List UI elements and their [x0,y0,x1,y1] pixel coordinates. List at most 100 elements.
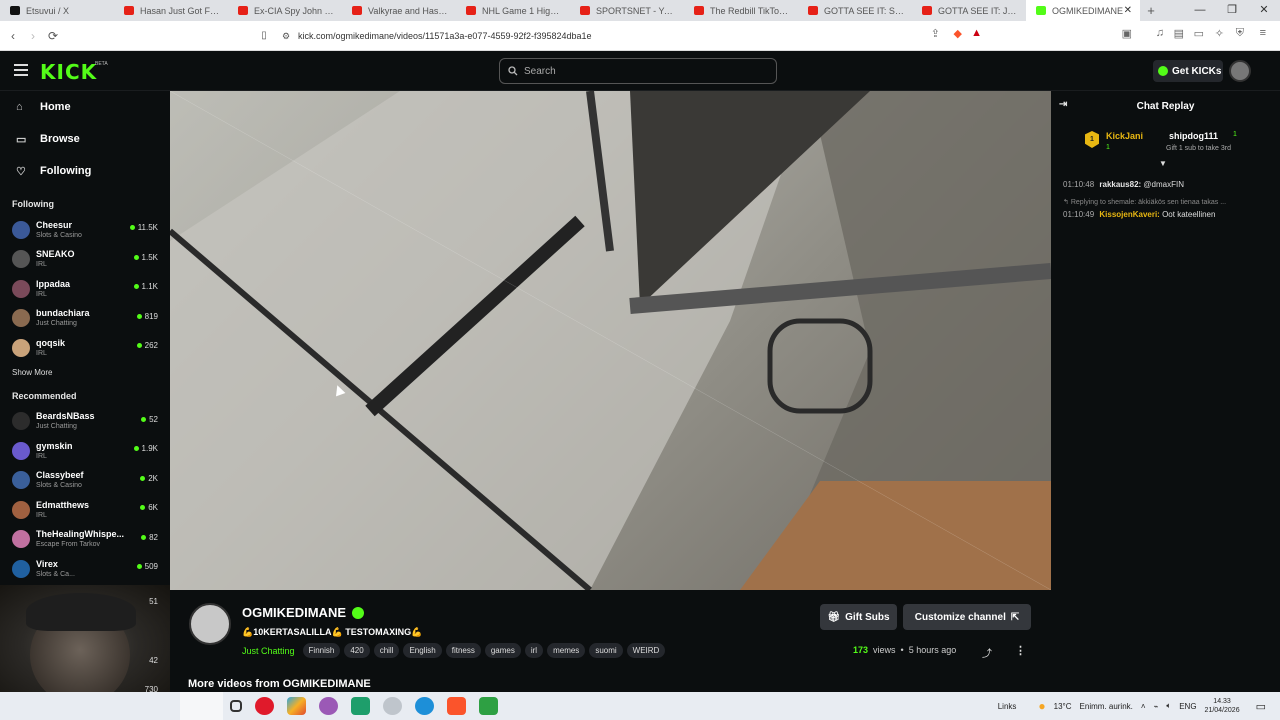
tag-chip[interactable]: chill [373,643,400,658]
reload-icon[interactable]: ⟳ [43,29,63,43]
verified-badge-icon [352,606,364,619]
sidebar-channel[interactable]: Virex Slots & Ca... 509 [0,554,170,584]
sidebar-channel[interactable]: bundachiara Just Chatting 819 [0,304,170,334]
hamburger-menu-icon[interactable] [14,64,28,76]
tag-chip[interactable]: English [403,643,442,658]
back-icon[interactable]: ‹ [3,29,23,43]
new-tab-icon[interactable]: + [1140,3,1162,18]
edge-icon[interactable] [415,697,434,715]
clock[interactable]: 14.33 21/04/2026 [1205,697,1240,715]
security-icon[interactable] [383,697,402,715]
task-view-icon[interactable] [230,700,242,712]
links-toolbar[interactable]: Links [998,702,1017,711]
gift-icon: 🎁︎ [827,611,841,623]
vpn-icon[interactable]: ⛨ [1236,27,1244,40]
browser-tab[interactable]: SPORTSNET - YouTube [570,0,684,21]
collapse-chat-icon[interactable]: ⇥ [1059,99,1067,110]
tag-chip[interactable]: 420 [344,643,370,658]
tab-close-icon[interactable]: ✕ [1124,5,1132,16]
restore-icon[interactable]: ❐ [1216,0,1248,21]
user-avatar[interactable] [1229,60,1251,82]
show-more-button[interactable]: Show More [0,363,170,383]
close-window-icon[interactable]: ✕ [1248,0,1280,21]
language-indicator[interactable]: ENG [1179,702,1196,711]
browser-tab[interactable]: GOTTA SEE IT: Jurg Sle [912,0,1026,21]
browser-tab[interactable]: Ex-CIA Spy John Kiriak [228,0,342,21]
more-options-icon[interactable]: ⋮ [1015,644,1026,657]
tag-chip[interactable]: games [484,643,521,658]
expand-icon[interactable]: ▼ [1159,159,1167,168]
viewer-count: 6K [140,503,158,512]
browse-icon: ▭ [16,133,27,146]
share-icon[interactable]: ⤴ [982,645,992,660]
tray-expand-icon[interactable]: ˄ [1141,702,1146,711]
browser-tab[interactable]: The Redbill TikToker Hi [684,0,798,21]
message-username[interactable]: rakkaus82: [1099,180,1141,189]
gift-subs-button[interactable]: 🎁︎ Gift Subs [820,604,897,630]
weather-temp[interactable]: 13°C [1054,702,1072,711]
browser-tab[interactable]: NHL Game 1 Highlights [456,0,570,21]
video-player[interactable] [170,91,1051,590]
second-username[interactable]: shipdog111 [1169,131,1218,141]
leader-username[interactable]: KickJani [1106,131,1143,141]
weather-desc[interactable]: Enimm. aurink. [1080,702,1133,711]
sidebar-channel[interactable]: gymskin IRL 1.9K [0,436,170,466]
opera-icon[interactable] [255,697,274,715]
minimize-icon[interactable]: — [1184,0,1216,21]
discord-icon[interactable] [351,697,370,715]
wallet-icon[interactable]: ▭ [1194,27,1204,40]
search-input[interactable]: Search [499,58,777,84]
url-field[interactable]: ⚙ kick.com/ogmikedimane/videos/11571a3a-… [276,24,996,48]
sidebar-channel[interactable]: Edmatthews IRL 6K [0,495,170,525]
chrome-icon[interactable] [319,697,338,715]
brave-icon[interactable] [447,697,466,715]
tag-chip[interactable]: suomi [589,643,623,658]
tag-chip[interactable]: memes [547,643,586,658]
sidebar-channel[interactable]: BeardsNBass Just Chatting 52 [0,407,170,437]
media-icon[interactable]: ♫ [1156,27,1164,39]
media-player-icon[interactable] [479,697,498,715]
brave-rewards-icon[interactable]: ▲ [971,27,982,39]
bookmark-icon[interactable]: ▯ [254,30,274,41]
kick-logo[interactable]: KICK [40,60,97,84]
nav-home[interactable]: ⌂ Home [0,91,170,123]
get-kicks-button[interactable]: Get KICKs [1153,60,1223,82]
share-page-icon[interactable]: ⇪ [931,27,940,40]
volume-icon[interactable]: 🔈︎ [1166,701,1171,711]
tab-title: GOTTA SEE IT: Jurg Sle [938,5,1018,16]
reading-list-icon[interactable]: ▤ [1174,27,1184,40]
taskbar-search[interactable] [180,692,223,720]
browser-tab[interactable]: OGMIKEDIMANE ✕ [1026,0,1140,21]
forward-icon[interactable]: › [23,29,43,43]
category-link[interactable]: Just Chatting [242,646,295,656]
customize-channel-button[interactable]: Customize channel ⇱ [903,604,1031,630]
network-icon[interactable]: ⌁ [1154,702,1159,711]
sidebar-channel[interactable]: Classybeef Slots & Casino 2K [0,466,170,496]
sidebar-channel[interactable]: TheHealingWhispe... Escape From Tarkov 82 [0,525,170,555]
browser-tab[interactable]: Valkyrae and Hasan Re [342,0,456,21]
channel-name[interactable]: OGMIKEDIMANE [242,605,364,620]
brave-shield-icon[interactable]: ◆ [954,27,962,40]
channel-avatar[interactable] [189,603,231,645]
site-info-icon[interactable]: ⚙ [282,31,298,42]
browser-tab[interactable]: Etsuvui / X [0,0,114,21]
tag-chip[interactable]: irl [524,643,544,658]
nav-browse[interactable]: ▭ Browse [0,123,170,155]
photos-icon[interactable] [287,697,306,715]
tag-chip[interactable]: fitness [445,643,481,658]
tab-title: The Redbill TikToker Hi [710,5,790,16]
menu-icon[interactable]: ≡ [1260,27,1266,39]
sidebar-channel[interactable]: lppadaa IRL 1.1K [0,274,170,304]
nav-following[interactable]: ♡ Following [0,155,170,187]
sidebar-channel[interactable]: qoqsik IRL 262 [0,333,170,363]
message-username[interactable]: KissojenKaveri: [1099,210,1159,219]
browser-tab[interactable]: GOTTA SEE IT: Samuel [798,0,912,21]
sidebar-channel[interactable]: SNEAKO IRL 1.5K [0,245,170,275]
tag-chip[interactable]: Finnish [302,643,341,658]
notification-icon[interactable]: ▭ [1256,700,1266,713]
sidebar-channel[interactable]: Cheesur Slots & Casino 11.5K [0,215,170,245]
sidebar-toggle-icon[interactable]: ▣ [1122,27,1132,40]
browser-tab[interactable]: Hasan Just Got F**king [114,0,228,21]
tag-chip[interactable]: WEIRD [626,643,666,658]
extensions-icon[interactable]: ✧ [1215,27,1224,40]
